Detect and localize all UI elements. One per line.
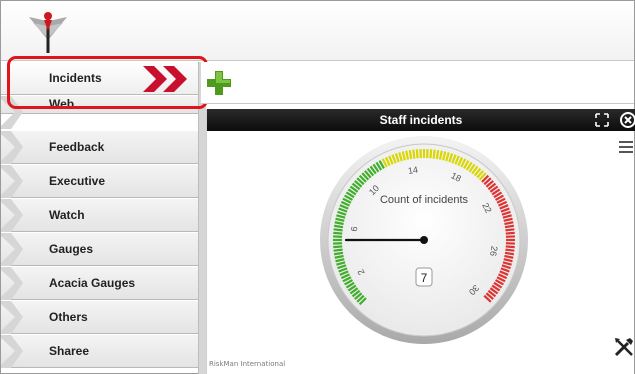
widget-header: Staff incidents (207, 109, 635, 131)
chevron-right-icon (1, 165, 23, 198)
sidebar-item-watch[interactable]: Watch (1, 199, 200, 232)
gauge-band-segment (333, 224, 344, 229)
sidebar-item-feedback[interactable]: Feedback (1, 131, 200, 164)
tools-icon[interactable] (613, 336, 635, 358)
riskman-logo[interactable] (27, 9, 69, 55)
sidebar-item-label: Gauges (49, 242, 94, 256)
sidebar-item-label: Feedback (49, 140, 105, 154)
gauge-band-segment (333, 245, 343, 249)
chevron-right-icon (1, 335, 23, 368)
gauge-tick-label: 14 (407, 165, 418, 176)
gauge-band-segment (415, 149, 419, 159)
sidebar-item-executive[interactable]: Executive (1, 165, 200, 198)
sidebar-item-label: Sharee (49, 344, 90, 358)
gauge-band-segment (505, 228, 515, 232)
plus-icon[interactable] (207, 71, 231, 95)
sidebar-item-gauges[interactable]: Gauges (1, 233, 200, 266)
sidebar-item-sharee[interactable]: Sharee (1, 335, 200, 368)
gauge-pivot (420, 236, 428, 244)
gauge-band-segment (505, 231, 515, 235)
gauge-value: 7 (421, 271, 428, 285)
sidebar-item-label: Others (49, 310, 88, 324)
widget-title: Staff incidents (379, 113, 463, 127)
close-icon[interactable] (619, 111, 635, 129)
gauge-band-segment (333, 228, 343, 232)
hamburger-menu-icon[interactable] (619, 141, 633, 153)
chevron-right-icon (1, 233, 23, 266)
gauge-band-segment (412, 149, 416, 159)
selection-highlight (7, 56, 208, 109)
sidebar-item-label: Acacia Gauges (49, 276, 136, 290)
chevron-right-icon (1, 131, 23, 164)
sidebar-item-acacia-gauges[interactable]: Acacia Gauges (1, 267, 200, 300)
gauge-tick-label: 26 (488, 245, 499, 256)
gauge-band-segment (435, 149, 440, 160)
gauge-band-segment (333, 231, 343, 235)
gauge-band-segment (429, 149, 433, 159)
incident-count-gauge: 26101418222630 Count of incidents 7 (320, 136, 528, 344)
toolbar (201, 62, 634, 104)
chevron-right-icon (1, 301, 23, 334)
gauge-band-segment (432, 149, 436, 159)
gauge-band-segment (505, 248, 515, 252)
gauge-band-segment (333, 248, 343, 252)
sidebar-item-label: Executive (49, 174, 106, 188)
top-bar (1, 1, 634, 61)
gauge-band-segment (333, 251, 344, 256)
gauge-band-segment (408, 149, 413, 160)
sidebar-item-label: Watch (49, 208, 85, 222)
staff-incidents-widget: Staff incidents 2 6 10 14 18 22 26 30 Co… (206, 109, 635, 374)
gauge-band-segment (504, 251, 515, 256)
footer-credit: RiskMan International (209, 360, 286, 368)
gauge-label: Count of incidents (380, 194, 469, 206)
sidebar-item-others[interactable]: Others (1, 301, 200, 334)
chevron-right-icon (1, 199, 23, 232)
chevron-right-icon (1, 267, 23, 300)
gauge-band-segment (505, 245, 515, 249)
expand-icon[interactable] (595, 113, 609, 127)
gauge-band-segment (504, 224, 515, 229)
